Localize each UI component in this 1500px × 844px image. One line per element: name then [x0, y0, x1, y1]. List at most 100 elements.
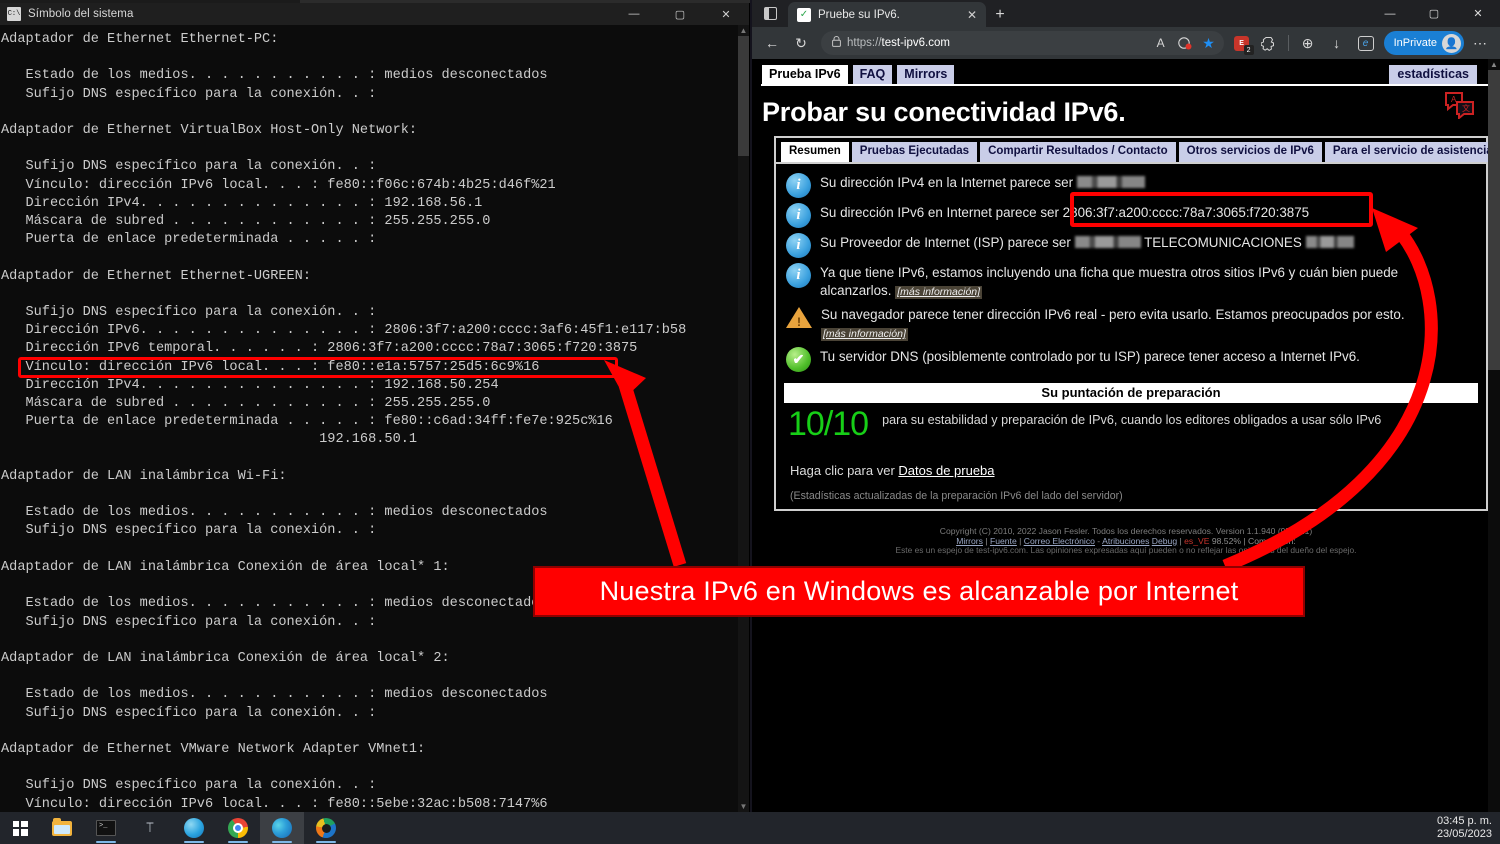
- tab-otros-servicios[interactable]: Otros servicios de IPv6: [1178, 142, 1322, 162]
- more-info-link[interactable]: [más información]: [895, 286, 983, 299]
- cmd-window-buttons: — ▢ ✕: [611, 3, 749, 25]
- edge-icon: [272, 818, 292, 838]
- cmd-minimize-button[interactable]: —: [611, 3, 657, 25]
- inprivate-label: InPrivate: [1393, 37, 1437, 49]
- tab-resumen[interactable]: Resumen: [781, 142, 849, 162]
- start-button[interactable]: [0, 812, 40, 844]
- inprivate-indicator[interactable]: InPrivate 👤: [1383, 31, 1464, 55]
- cmd-scrollbar[interactable]: ▲ ▼: [738, 25, 749, 812]
- taskbar-clock[interactable]: 03:45 p. m. 23/05/2023: [1437, 812, 1492, 844]
- site-nav-prueba-ipv6[interactable]: Prueba IPv6: [761, 64, 849, 84]
- browser-extensions-icon[interactable]: [1256, 30, 1282, 56]
- browser-maximize-button[interactable]: ▢: [1412, 0, 1456, 27]
- back-button-icon[interactable]: ←: [759, 30, 785, 56]
- cmd-scroll-down-icon[interactable]: ▼: [738, 801, 749, 812]
- tab-compartir-resultados[interactable]: Compartir Resultados / Contacto: [980, 142, 1176, 162]
- footer-link-fuente[interactable]: Fuente: [990, 536, 1017, 546]
- test-data-line: Haga clic para ver Datos de prueba: [790, 463, 995, 478]
- skype-icon: [184, 818, 204, 838]
- browser-tab-ipv6[interactable]: ✓ Pruebe su IPv6. ✕: [788, 2, 986, 27]
- page-scrollbar-thumb[interactable]: [1488, 70, 1500, 370]
- more-info-link[interactable]: [más información]: [821, 328, 908, 341]
- footer-extra: 98.52% | Comprar en:: [1211, 535, 1296, 546]
- page-footer: Copyright (C) 2010, 2022 Jason Fesler. T…: [752, 511, 1500, 556]
- chrome-icon: [228, 818, 248, 838]
- footer-link-correo[interactable]: Correo Electrónico: [1024, 536, 1095, 546]
- site-nav: Prueba IPv6 FAQ Mirrors estadísticas: [752, 59, 1500, 84]
- svg-text:文: 文: [1462, 103, 1470, 113]
- result-text: Tu servidor DNS (posiblemente controlado…: [820, 349, 1360, 364]
- address-bar[interactable]: https://test-ipv6.com A ★: [821, 31, 1224, 55]
- taskbar-chrome[interactable]: [216, 812, 260, 844]
- translate-icon[interactable]: A 文: [1444, 91, 1476, 121]
- taskbar-edge[interactable]: [260, 812, 304, 844]
- console-icon: C:\: [7, 7, 21, 21]
- split-screen-icon[interactable]: [1174, 32, 1196, 54]
- screen: C:\ Símbolo del sistema — ▢ ✕ Adaptador …: [0, 0, 1500, 844]
- tab-actions-icon[interactable]: [752, 0, 788, 27]
- result-text: Su Proveedor de Internet (ISP) parece se…: [820, 232, 1354, 252]
- downloads-icon[interactable]: ↓: [1324, 30, 1350, 56]
- browser-window-buttons: — ▢ ✕: [1368, 0, 1500, 27]
- settings-and-more-icon[interactable]: ⋯: [1467, 30, 1493, 56]
- site-nav-faq[interactable]: FAQ: [851, 64, 894, 84]
- windows-logo-icon: [12, 820, 28, 836]
- console-icon: >_: [96, 820, 116, 836]
- cmd-output-text: Adaptador de Ethernet Ethernet-PC: Estad…: [1, 32, 687, 812]
- site-lock-icon: [832, 36, 841, 50]
- results-list: i Su dirección IPv4 en la Internet parec…: [776, 164, 1486, 378]
- masked-value: [1305, 236, 1354, 248]
- site-nav-estadisticas[interactable]: estadísticas: [1388, 64, 1478, 84]
- browser-close-button[interactable]: ✕: [1456, 0, 1500, 27]
- page-scroll-up-icon[interactable]: ▲: [1488, 59, 1500, 70]
- tab-title: Pruebe su IPv6.: [818, 8, 900, 21]
- cmd-maximize-button[interactable]: ▢: [657, 3, 703, 25]
- add-favorite-icon[interactable]: ⊕: [1295, 30, 1321, 56]
- masked-value: [1074, 236, 1141, 248]
- tab-pruebas-ejecutadas[interactable]: Pruebas Ejecutadas: [851, 142, 978, 162]
- avatar: 👤: [1442, 33, 1461, 53]
- taskbar-command-prompt[interactable]: >_: [84, 812, 128, 844]
- result-text: Su dirección IPv4 en la Internet parece …: [820, 172, 1145, 192]
- extension-icon[interactable]: E 2: [1231, 32, 1254, 55]
- site-nav-mirrors[interactable]: Mirrors: [896, 64, 956, 84]
- cmd-scroll-up-icon[interactable]: ▲: [738, 25, 749, 36]
- cmd-titlebar[interactable]: C:\ Símbolo del sistema — ▢ ✕: [0, 3, 749, 25]
- tab-close-icon[interactable]: ✕: [964, 8, 980, 22]
- reload-button-icon[interactable]: ↻: [788, 30, 814, 56]
- address-bar-icons: A ★: [1150, 32, 1220, 54]
- favorite-star-icon[interactable]: ★: [1198, 32, 1220, 54]
- cmd-window-title: Símbolo del sistema: [28, 8, 134, 20]
- firefox-icon: [316, 818, 336, 838]
- browser-essentials-icon[interactable]: e: [1353, 30, 1379, 56]
- info-icon: i: [786, 233, 811, 258]
- footer-locale[interactable]: es_VE: [1184, 536, 1209, 546]
- clock-date: 23/05/2023: [1436, 828, 1492, 840]
- taskbar-firefox[interactable]: [304, 812, 348, 844]
- result-text: Su navegador parece tener dirección IPv6…: [821, 307, 1405, 341]
- extension-count-badge: 2: [1243, 45, 1254, 55]
- toolbar-separator: [1287, 35, 1289, 51]
- isp-name: TELECOMUNICACIONES: [1144, 235, 1302, 250]
- cmd-scrollbar-thumb[interactable]: [738, 36, 749, 156]
- result-row-ipv6: i Su dirección IPv6 en Internet parece s…: [782, 200, 1480, 230]
- footer-link-mirrors[interactable]: Mirrors: [956, 536, 983, 546]
- info-icon: i: [786, 173, 811, 198]
- footer-link-debug[interactable]: Debug: [1152, 536, 1177, 546]
- page-scrollbar[interactable]: ▲: [1488, 59, 1500, 812]
- taskbar-teams[interactable]: ⟙: [128, 812, 172, 844]
- cmd-output-area[interactable]: Adaptador de Ethernet Ethernet-PC: Estad…: [0, 25, 749, 812]
- result-row-navegador-warning: ! Su navegador parece tener dirección IP…: [782, 302, 1480, 344]
- taskbar-skype[interactable]: [172, 812, 216, 844]
- datos-de-prueba-link[interactable]: Datos de prueba: [898, 463, 994, 478]
- info-icon: i: [786, 263, 811, 288]
- read-aloud-icon[interactable]: A: [1150, 32, 1172, 54]
- new-tab-button[interactable]: +: [986, 2, 1014, 27]
- footer-link-atribuciones[interactable]: Atribuciones: [1102, 536, 1149, 546]
- clock-time: 03:45 p. m.: [1436, 815, 1492, 827]
- taskbar-file-explorer[interactable]: [40, 812, 84, 844]
- tab-servicio-asistencia[interactable]: Para el servicio de asistencia: [1324, 142, 1500, 162]
- cmd-close-button[interactable]: ✕: [703, 3, 749, 25]
- browser-minimize-button[interactable]: —: [1368, 0, 1412, 27]
- score-bar-label: Su puntación de preparación: [784, 383, 1478, 403]
